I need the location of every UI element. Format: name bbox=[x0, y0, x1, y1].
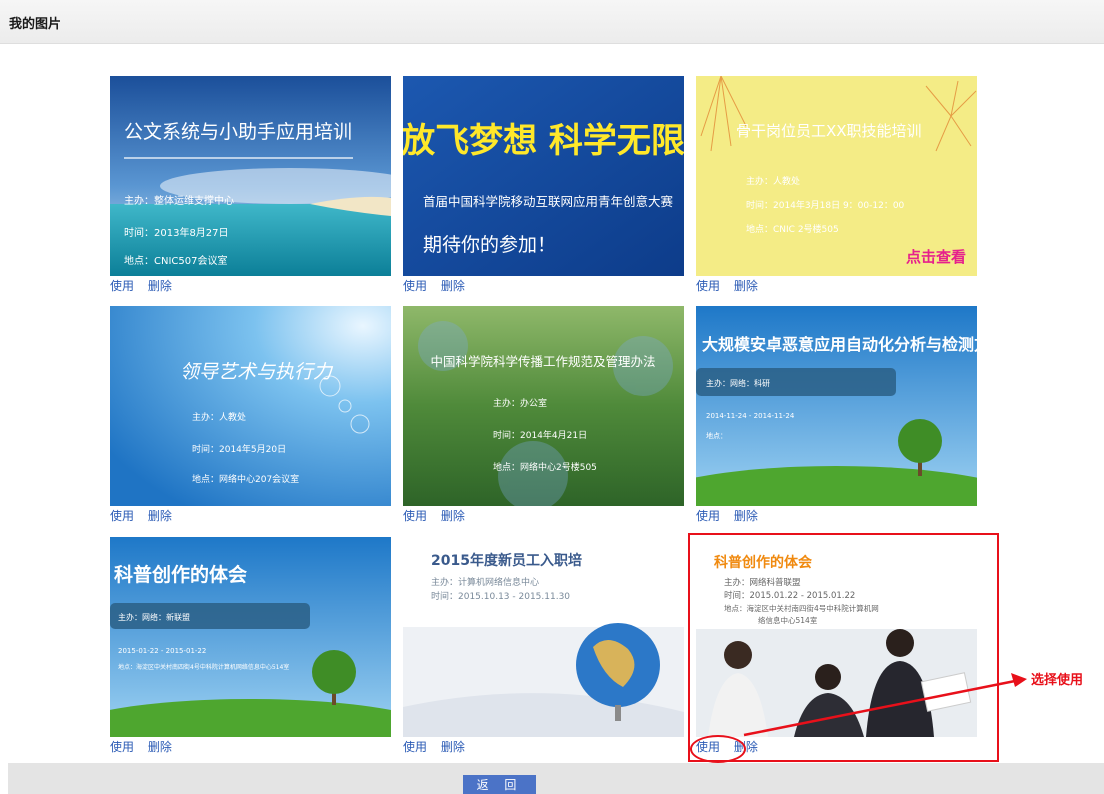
callout-label: 选择使用 bbox=[1031, 673, 1084, 688]
thumb-title: 公文系统与小助手应用培训 bbox=[124, 121, 352, 143]
image-thumbnail[interactable]: 公文系统与小助手应用培训 主办：整体运维支撑中心 时间：2013年8月27日 地… bbox=[110, 76, 391, 276]
footer-bar bbox=[8, 763, 1104, 794]
thumb-line: 2014-11-24 - 2014-11-24 bbox=[706, 412, 795, 420]
thumb-line: 地点： bbox=[706, 431, 727, 440]
delete-link[interactable]: 删除 bbox=[148, 740, 172, 754]
delete-link[interactable]: 删除 bbox=[441, 740, 465, 754]
thumb-title: 2015年度新员工入职培 bbox=[431, 552, 582, 569]
image-thumbnail[interactable]: 大规模安卓恶意应用自动化分析与检测方法研讨 主办：网络：科研 2014-11-2… bbox=[696, 306, 977, 506]
delete-link[interactable]: 删除 bbox=[734, 509, 758, 523]
back-button[interactable]: 返 回 bbox=[463, 775, 536, 794]
thumb-line: 主办：网络科普联盟 bbox=[724, 577, 801, 588]
image-thumbnail[interactable]: 骨干岗位员工XX职技能培训 主办：人教处 时间：2014年3月18日 9：00-… bbox=[696, 76, 977, 276]
thumb-line: 时间：2013年8月27日 bbox=[124, 226, 229, 239]
thumb-title: 科普创作的体会 bbox=[714, 554, 813, 571]
thumb-line: 地点：海淀区中关村南四街4号中科院计算机网络信息中心514室 bbox=[118, 663, 289, 671]
thumb-line: 地点：CNIC507会议室 bbox=[124, 254, 227, 267]
thumb-line: 期待你的参加！ bbox=[423, 234, 556, 256]
card-actions: 使用 删除 bbox=[696, 277, 758, 293]
image-card: 公文系统与小助手应用培训 主办：整体运维支撑中心 时间：2013年8月27日 地… bbox=[110, 76, 391, 296]
thumb-title: 科普创作的体会 bbox=[114, 563, 247, 586]
delete-link[interactable]: 删除 bbox=[441, 509, 465, 523]
card-actions: 使用 删除 bbox=[110, 738, 172, 754]
page-title: 我的图片 bbox=[9, 17, 62, 32]
image-card: 科普创作的体会 主办：网络：新联盟 2015-01-22 - 2015-01-2… bbox=[110, 537, 391, 757]
use-link[interactable]: 使用 bbox=[403, 509, 427, 523]
image-thumbnail[interactable]: 中国科学院科学传播工作规范及管理办法 主办：办公室 时间：2014年4月21日 … bbox=[403, 306, 684, 506]
thumb-title: 骨干岗位员工XX职技能培训 bbox=[736, 122, 922, 140]
card-actions: 使用 删除 bbox=[110, 507, 172, 523]
thumb-line: 主办：办公室 bbox=[493, 397, 547, 409]
image-thumbnail[interactable]: 2015年度新员工入职培 主办：计算机网络信息中心 时间：2015.10.13 … bbox=[403, 537, 684, 737]
card-actions: 使用 删除 bbox=[403, 507, 465, 523]
thumb-line: 时间：2014年5月20日 bbox=[192, 443, 286, 455]
use-link[interactable]: 使用 bbox=[696, 740, 720, 754]
thumb-line: 地点：海淀区中关村南四街4号中科院计算机网 bbox=[724, 603, 879, 613]
thumb-title: 大规模安卓恶意应用自动化分析与检测方法研讨 bbox=[702, 335, 977, 354]
thumb-line: 地点：网络中心207会议室 bbox=[192, 473, 299, 485]
image-thumbnail[interactable]: 领导艺术与执行力 主办：人教处 时间：2014年5月20日 地点：网络中心207… bbox=[110, 306, 391, 506]
image-card: 2015年度新员工入职培 主办：计算机网络信息中心 时间：2015.10.13 … bbox=[403, 537, 684, 757]
thumb-title: 中国科学院科学传播工作规范及管理办法 bbox=[430, 354, 655, 369]
thumb-line: 2015-01-22 - 2015-01-22 bbox=[118, 647, 206, 655]
card-actions: 使用 删除 bbox=[696, 738, 758, 754]
image-card: 放飞梦想 科学无限 首届中国科学院移动互联网应用青年创意大赛 期待你的参加！ 使… bbox=[403, 76, 684, 296]
page-header: 我的图片 bbox=[0, 0, 1104, 44]
thumb-line: 时间：2015.10.13 - 2015.11.30 bbox=[431, 590, 570, 602]
card-actions: 使用 删除 bbox=[696, 507, 758, 523]
use-link[interactable]: 使用 bbox=[696, 509, 720, 523]
card-actions: 使用 删除 bbox=[403, 738, 465, 754]
image-thumbnail[interactable]: 放飞梦想 科学无限 首届中国科学院移动互联网应用青年创意大赛 期待你的参加！ bbox=[403, 76, 684, 276]
thumb-line: 时间：2014年4月21日 bbox=[493, 429, 587, 441]
thumb-line: 主办：人教处 bbox=[192, 411, 246, 423]
thumb-badge: 点击查看 bbox=[906, 248, 966, 266]
image-card: 科普创作的体会 主办：网络科普联盟 时间：2015.01.22 - 2015.0… bbox=[696, 537, 977, 757]
thumb-line: 首届中国科学院移动互联网应用青年创意大赛 bbox=[423, 194, 674, 209]
thumb-line: 地点：网络中心2号楼505 bbox=[493, 461, 597, 473]
thumb-line: 时间：2015.01.22 - 2015.01.22 bbox=[724, 590, 855, 601]
use-link[interactable]: 使用 bbox=[110, 740, 134, 754]
image-card: 大规模安卓恶意应用自动化分析与检测方法研讨 主办：网络：科研 2014-11-2… bbox=[696, 306, 977, 526]
thumb-line: 主办：网络：科研 bbox=[706, 378, 770, 388]
card-actions: 使用 删除 bbox=[110, 277, 172, 293]
thumb-line: 地点：CNIC 2号楼505 bbox=[746, 223, 839, 235]
image-card: 中国科学院科学传播工作规范及管理办法 主办：办公室 时间：2014年4月21日 … bbox=[403, 306, 684, 526]
use-link[interactable]: 使用 bbox=[110, 279, 134, 293]
image-card: 领导艺术与执行力 主办：人教处 时间：2014年5月20日 地点：网络中心207… bbox=[110, 306, 391, 526]
use-link[interactable]: 使用 bbox=[696, 279, 720, 293]
image-thumbnail[interactable]: 科普创作的体会 主办：网络科普联盟 时间：2015.01.22 - 2015.0… bbox=[696, 537, 977, 737]
delete-link[interactable]: 删除 bbox=[148, 509, 172, 523]
thumb-line: 主办：整体运维支撑中心 bbox=[124, 194, 234, 207]
delete-link[interactable]: 删除 bbox=[734, 740, 758, 754]
use-link[interactable]: 使用 bbox=[110, 509, 134, 523]
delete-link[interactable]: 删除 bbox=[148, 279, 172, 293]
use-link[interactable]: 使用 bbox=[403, 740, 427, 754]
delete-link[interactable]: 删除 bbox=[734, 279, 758, 293]
thumb-line: 主办：网络：新联盟 bbox=[118, 612, 190, 622]
thumb-title: 放飞梦想 科学无限 bbox=[403, 121, 684, 161]
image-thumbnail[interactable]: 科普创作的体会 主办：网络：新联盟 2015-01-22 - 2015-01-2… bbox=[110, 537, 391, 737]
thumb-line: 主办：人教处 bbox=[746, 175, 800, 187]
thumb-line: 时间：2014年3月18日 9：00-12：00 bbox=[746, 199, 905, 211]
delete-link[interactable]: 删除 bbox=[441, 279, 465, 293]
thumb-title: 领导艺术与执行力 bbox=[180, 361, 334, 383]
use-link[interactable]: 使用 bbox=[403, 279, 427, 293]
thumb-line: 主办：计算机网络信息中心 bbox=[431, 576, 539, 588]
card-actions: 使用 删除 bbox=[403, 277, 465, 293]
image-card: 骨干岗位员工XX职技能培训 主办：人教处 时间：2014年3月18日 9：00-… bbox=[696, 76, 977, 296]
thumb-line: 络信息中心514室 bbox=[758, 615, 818, 625]
